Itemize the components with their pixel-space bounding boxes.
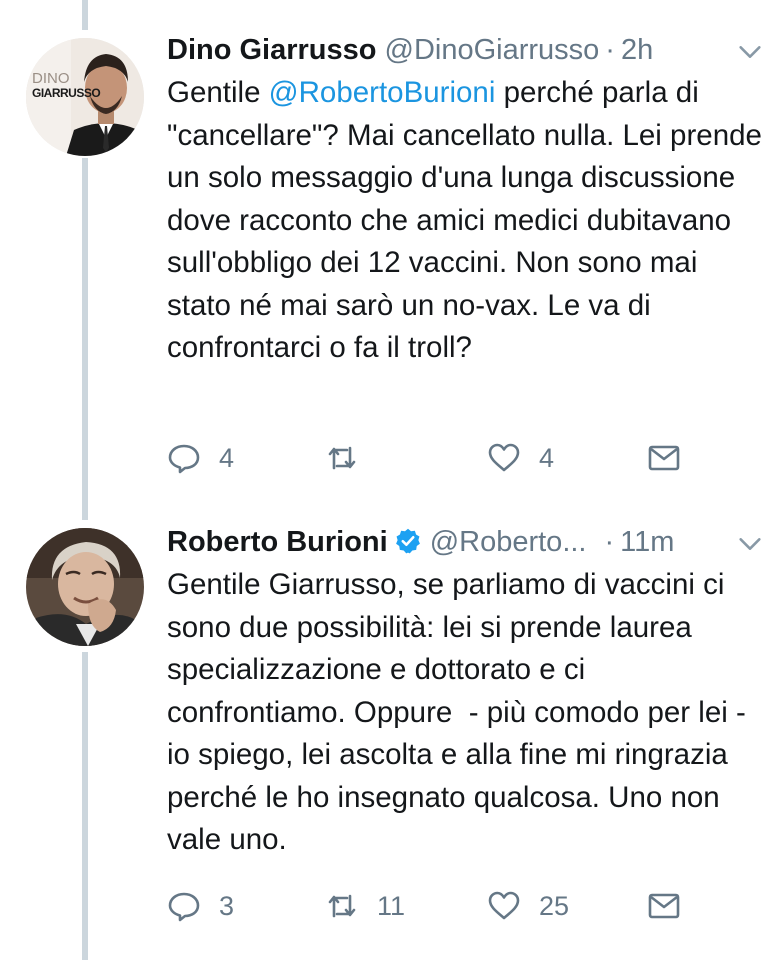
retweet-count: 11 bbox=[377, 890, 406, 921]
avatar-logo-line2: GIARRUSSO bbox=[32, 86, 101, 100]
like-button[interactable]: 25 bbox=[487, 886, 569, 926]
like-count: 25 bbox=[539, 890, 570, 921]
reply-icon bbox=[168, 892, 200, 922]
separator-dot: · bbox=[604, 526, 615, 558]
tweet-text: Gentile Giarrusso, se parliamo di vaccin… bbox=[167, 564, 767, 862]
tweet-header: Roberto Burioni @Roberto... · 11m bbox=[167, 522, 764, 562]
avatar-logo-text: DINO GIARRUSSO bbox=[32, 70, 101, 100]
author-handle[interactable]: @DinoGiarrusso bbox=[385, 30, 600, 70]
like-count: 4 bbox=[539, 442, 555, 473]
tweet-text: Gentile @RobertoBurioni perché parla di … bbox=[167, 72, 767, 370]
like-button[interactable]: 4 bbox=[487, 438, 554, 478]
avatar-image bbox=[26, 528, 144, 646]
retweet-button[interactable] bbox=[325, 438, 377, 478]
tweet[interactable]: DINO GIARRUSSO Dino Giarrusso @DinoGiarr… bbox=[0, 30, 784, 500]
heart-icon bbox=[488, 443, 520, 472]
direct-message-button[interactable] bbox=[647, 438, 681, 478]
heart-icon bbox=[488, 891, 520, 920]
chevron-down-icon[interactable] bbox=[736, 530, 764, 558]
envelope-icon bbox=[648, 893, 680, 919]
tweet-header: Dino Giarrusso @DinoGiarrusso · 2h bbox=[167, 30, 764, 70]
reply-button[interactable]: 4 bbox=[167, 438, 234, 478]
reply-button[interactable]: 3 bbox=[167, 886, 234, 926]
separator-dot: · bbox=[605, 34, 615, 66]
avatar[interactable]: DINO GIARRUSSO bbox=[26, 38, 144, 156]
author-name[interactable]: Roberto Burioni bbox=[167, 522, 388, 562]
verified-badge-icon bbox=[395, 528, 420, 554]
envelope-icon bbox=[648, 445, 680, 471]
retweet-icon bbox=[328, 446, 356, 470]
timestamp[interactable]: 2h bbox=[621, 30, 653, 70]
avatar[interactable] bbox=[26, 528, 144, 646]
author-handle[interactable]: @Roberto... bbox=[430, 522, 587, 562]
reply-icon bbox=[168, 444, 200, 474]
tweet-text-start: Gentile Giarrusso, se parliamo di vaccin… bbox=[167, 568, 755, 856]
tweet-text-rest: perché parla di "cancellare"? Mai cancel… bbox=[167, 76, 771, 364]
reply-count: 4 bbox=[219, 442, 235, 473]
retweet-button[interactable]: 11 bbox=[325, 886, 405, 926]
tweet[interactable]: Roberto Burioni @Roberto... · 11m Gentil… bbox=[0, 522, 784, 960]
mention-link[interactable]: @RobertoBurioni bbox=[269, 76, 496, 109]
thread-line-top bbox=[82, 0, 88, 30]
direct-message-button[interactable] bbox=[647, 886, 681, 926]
author-name[interactable]: Dino Giarrusso bbox=[167, 30, 377, 70]
avatar-logo-line1: DINO bbox=[32, 70, 70, 87]
reply-count: 3 bbox=[219, 890, 235, 921]
tweet-text-start: Gentile bbox=[167, 76, 269, 109]
retweet-icon bbox=[328, 894, 356, 918]
timestamp[interactable]: 11m bbox=[620, 522, 674, 562]
tweet-actions: 4 4 bbox=[167, 438, 707, 478]
chevron-down-icon[interactable] bbox=[736, 38, 764, 66]
tweet-actions: 3 11 25 bbox=[167, 886, 707, 926]
